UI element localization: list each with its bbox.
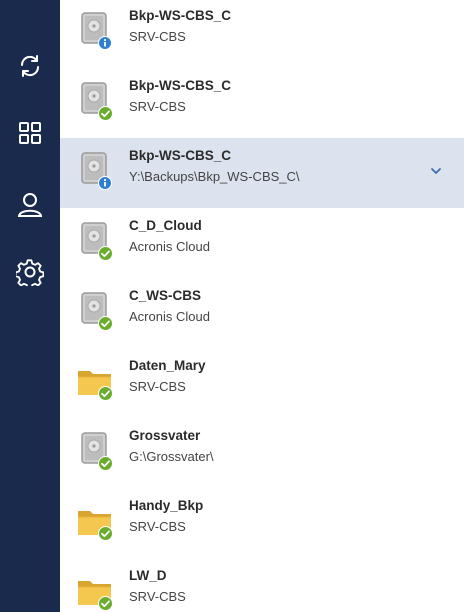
backup-source-icon-wrap: [77, 150, 113, 190]
backup-location: Acronis Cloud: [129, 309, 210, 324]
backup-location: G:\Grossvater\: [129, 449, 214, 464]
nav-dashboard-button[interactable]: [0, 113, 60, 153]
backup-name: Bkp-WS-CBS_C: [129, 8, 232, 23]
backup-list-item[interactable]: Handy_Bkp SRV-CBS: [60, 488, 464, 558]
backup-location: SRV-CBS: [129, 29, 186, 44]
backup-source-icon-wrap: [77, 10, 113, 50]
backup-name: Grossvater: [129, 428, 201, 443]
backup-list-item[interactable]: Grossvater G:\Grossvater\: [60, 418, 464, 488]
backup-source-icon-wrap: [77, 500, 113, 541]
info-status-icon: [98, 36, 112, 55]
success-check-icon: [98, 106, 113, 126]
backup-list-item[interactable]: Bkp-WS-CBS_C Y:\Backups\Bkp_WS-CBS_C\: [60, 138, 464, 208]
backup-list-item[interactable]: Bkp-WS-CBS_C SRV-CBS: [60, 68, 464, 138]
backup-location: SRV-CBS: [129, 589, 186, 604]
backup-source-icon-wrap: [77, 220, 113, 261]
sync-icon: [20, 55, 40, 77]
success-check-icon: [98, 596, 113, 612]
backup-source-icon-wrap: [77, 290, 113, 331]
backup-location: SRV-CBS: [129, 99, 186, 114]
backup-list-item[interactable]: C_WS-CBS Acronis Cloud: [60, 278, 464, 348]
backup-source-icon-wrap: [77, 360, 113, 401]
backup-source-icon-wrap: [77, 570, 113, 612]
backup-location: SRV-CBS: [129, 519, 186, 534]
backup-source-icon-wrap: [77, 430, 113, 471]
backup-name: Bkp-WS-CBS_C: [129, 148, 232, 163]
backup-name: C_WS-CBS: [129, 288, 202, 303]
dashboard-grid-icon: [19, 122, 41, 144]
backup-list-item[interactable]: Bkp-WS-CBS_C SRV-CBS: [60, 0, 464, 68]
backup-name: C_D_Cloud: [129, 218, 202, 233]
backup-name: Daten_Mary: [129, 358, 206, 373]
backup-location: Acronis Cloud: [129, 239, 210, 254]
backup-location: Y:\Backups\Bkp_WS-CBS_C\: [129, 169, 300, 184]
backup-list-item[interactable]: LW_D SRV-CBS: [60, 558, 464, 612]
success-check-icon: [98, 526, 113, 546]
backup-list-item[interactable]: C_D_Cloud Acronis Cloud: [60, 208, 464, 278]
nav-settings-button[interactable]: [0, 252, 60, 292]
user-icon: [17, 193, 43, 217]
backup-name: Handy_Bkp: [129, 498, 204, 513]
info-status-icon: [98, 176, 112, 195]
backup-name: Bkp-WS-CBS_C: [129, 78, 232, 93]
backup-location: SRV-CBS: [129, 379, 186, 394]
success-check-icon: [98, 246, 113, 266]
backup-name: LW_D: [129, 568, 167, 583]
app-window: Bkp-WS-CBS_C SRV-CBS Bkp-WS-CBS_C SRV-CBS Bk…: [0, 0, 464, 612]
backup-list-item[interactable]: Daten_Mary SRV-CBS: [60, 348, 464, 418]
backup-source-icon-wrap: [77, 80, 113, 121]
success-check-icon: [98, 316, 113, 336]
backup-list: Bkp-WS-CBS_C SRV-CBS Bkp-WS-CBS_C SRV-CBS Bk…: [60, 0, 464, 612]
nav-backup-button[interactable]: [0, 46, 60, 86]
success-check-icon: [98, 386, 113, 406]
chevron-down-icon[interactable]: [429, 164, 443, 178]
nav-account-button[interactable]: [0, 185, 60, 225]
sidebar: [0, 0, 60, 612]
success-check-icon: [98, 456, 113, 476]
gear-icon: [16, 259, 44, 286]
